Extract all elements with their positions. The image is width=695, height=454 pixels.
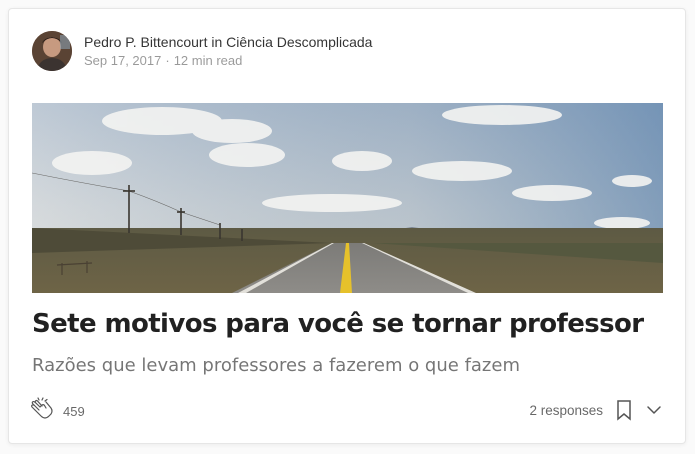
post-header: Pedro P. Bittencourt in Ciência Descompl… xyxy=(32,31,372,71)
author-avatar[interactable] xyxy=(32,31,72,71)
chevron-down-icon[interactable] xyxy=(645,401,663,419)
hero-image[interactable] xyxy=(32,103,663,293)
bookmark-icon[interactable] xyxy=(615,399,633,421)
read-time: 12 min read xyxy=(173,53,243,68)
responses-link[interactable]: 2 responses xyxy=(529,403,603,418)
post-meta: Pedro P. Bittencourt in Ciência Descompl… xyxy=(84,32,372,70)
publication-link[interactable]: Ciência Descomplicada xyxy=(226,34,372,50)
story-card[interactable]: Pedro P. Bittencourt in Ciência Descompl… xyxy=(8,8,686,444)
post-subtitle[interactable]: Razões que levam professores a fazerem o… xyxy=(32,355,520,376)
author-link[interactable]: Pedro P. Bittencourt xyxy=(84,34,207,50)
post-date-line: Sep 17, 2017 · 12 min read xyxy=(84,52,372,70)
clap-count[interactable]: 459 xyxy=(63,404,85,419)
separator-dot: · xyxy=(165,53,170,68)
post-title[interactable]: Sete motivos para você se tornar profess… xyxy=(32,309,644,339)
footer-actions: 2 responses xyxy=(529,399,663,421)
post-date[interactable]: Sep 17, 2017 xyxy=(84,53,161,68)
in-label: in xyxy=(211,34,223,50)
author-line: Pedro P. Bittencourt in Ciência Descompl… xyxy=(84,32,372,52)
clap-icon[interactable] xyxy=(27,397,55,425)
clap-section: 459 xyxy=(27,397,85,425)
